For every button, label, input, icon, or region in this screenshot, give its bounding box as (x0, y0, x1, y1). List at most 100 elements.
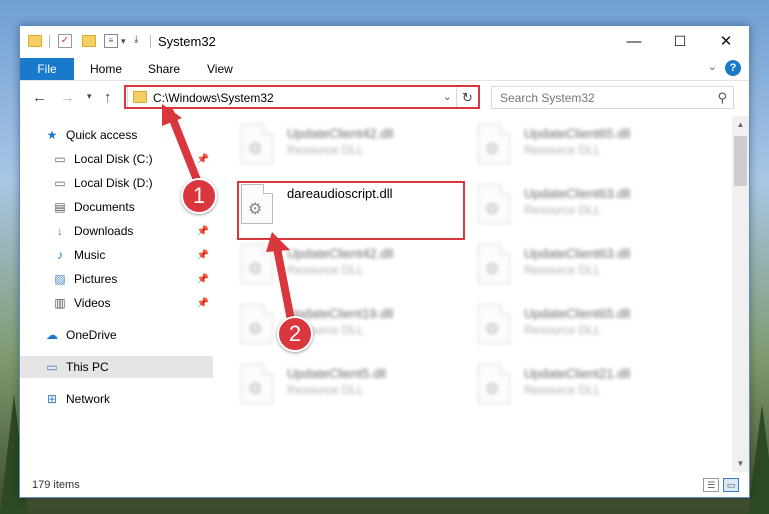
sidebar-item-downloads[interactable]: ↓ Downloads 📌 (20, 220, 213, 242)
cloud-icon: ☁ (46, 328, 58, 342)
computer-icon: ▭ (46, 360, 58, 374)
file-item[interactable]: ⚙ UpdateClient21.dll Resource DLL (478, 360, 703, 408)
recent-locations-icon[interactable]: ▾ (87, 91, 92, 102)
file-name: UpdateClient63.dll (524, 246, 631, 261)
pin-icon[interactable]: 📌 (197, 298, 209, 309)
file-item[interactable]: ⚙ UpdateClient5.dll Resource DLL (241, 360, 466, 408)
sidebar-item-onedrive[interactable]: ☁ OneDrive (20, 324, 213, 346)
large-icons-view-icon[interactable]: ▭ (723, 478, 739, 492)
tab-file[interactable]: File (20, 58, 74, 80)
dll-file-icon: ⚙ (478, 364, 510, 404)
file-type: Resource DLL (524, 263, 601, 277)
details-view-icon[interactable]: ☰ (703, 478, 719, 492)
new-folder-icon[interactable] (82, 35, 96, 47)
dll-file-icon: ⚙ (241, 244, 273, 284)
maximize-button[interactable]: ☐ (657, 26, 703, 56)
sidebar-item-label: Local Disk (D:) (74, 176, 153, 190)
search-input[interactable] (492, 87, 702, 108)
file-item[interactable]: ⚙ UpdateClient42.dll Resource DLL (241, 120, 466, 168)
sidebar-item-videos[interactable]: ▥ Videos 📌 (20, 292, 213, 314)
file-name: UpdateClient42.dll (287, 126, 394, 141)
sidebar-item-network[interactable]: ⊞ Network (20, 388, 213, 410)
documents-icon: ▤ (54, 200, 66, 214)
expand-ribbon-icon[interactable]: ⌄ (708, 60, 717, 73)
step-1-badge: 1 (181, 178, 217, 214)
file-type: Resource DLL (524, 203, 601, 217)
file-type: Resource DLL (287, 263, 364, 277)
tab-home[interactable]: Home (90, 62, 122, 76)
sidebar-item-quick-access[interactable]: ★ Quick access (20, 124, 213, 146)
pin-icon[interactable]: 📌 (197, 226, 209, 237)
file-item[interactable]: ⚙ UpdateClient63.dll Resource DLL (478, 240, 703, 288)
file-list: ⚙ UpdateClient42.dll Resource DLL ⚙ dare… (215, 116, 732, 472)
scroll-down-icon[interactable]: ▼ (732, 455, 749, 472)
quick-access-dropdown-icon[interactable]: ⤓ (134, 34, 148, 48)
separator (150, 35, 151, 48)
sidebar-item-pictures[interactable]: ▨ Pictures 📌 (20, 268, 213, 290)
file-type: Resource DLL (287, 143, 364, 157)
gear-icon: ⚙ (248, 141, 263, 158)
status-bar: 179 items ☰ ▭ (20, 474, 749, 497)
file-highlight-box (237, 181, 465, 240)
sidebar-item-label: Videos (74, 296, 111, 310)
window-title: System32 (158, 34, 216, 49)
file-name: UpdateClient21.dll (524, 366, 631, 381)
tab-view[interactable]: View (207, 62, 233, 76)
chevron-down-icon[interactable]: ▾ (121, 36, 135, 50)
file-item[interactable]: ⚙ UpdateClient42.dll Resource DLL (241, 240, 466, 288)
file-type: Resource DLL (524, 383, 601, 397)
file-name: UpdateClient42.dll (287, 246, 394, 261)
dll-file-icon: ⚙ (241, 124, 273, 164)
back-button[interactable]: ← (32, 89, 47, 106)
customize-icon[interactable]: ≡ (104, 34, 118, 48)
item-count: 179 items (32, 479, 80, 491)
sidebar-item-local-disk-c[interactable]: ▭ Local Disk (C:) 📌 (20, 148, 213, 170)
sidebar-item-label: OneDrive (66, 328, 117, 342)
file-item[interactable]: ⚙ UpdateClient65.dll Resource DLL (478, 300, 703, 348)
search-box[interactable]: ⚲ (491, 86, 734, 109)
pictures-icon: ▨ (54, 272, 66, 286)
scroll-up-icon[interactable]: ▲ (732, 116, 749, 133)
downloads-icon: ↓ (57, 224, 63, 238)
gear-icon: ⚙ (485, 261, 500, 278)
pin-icon[interactable]: 📌 (197, 274, 209, 285)
file-item[interactable]: ⚙ UpdateClient65.dll Resource DLL (478, 120, 703, 168)
pin-icon[interactable]: 📌 (197, 154, 209, 165)
drive-icon: ▭ (54, 176, 66, 190)
gear-icon: ⚙ (248, 261, 263, 278)
sidebar-item-label: Pictures (74, 272, 118, 286)
ribbon-tabs: File Home Share View ⌄ ? (20, 56, 749, 81)
address-highlight-box (124, 85, 480, 109)
sidebar-item-label: This PC (66, 360, 109, 374)
file-item[interactable]: ⚙ UpdateClient19.dll Resource DLL (241, 300, 466, 348)
gear-icon: ⚙ (485, 141, 500, 158)
help-button[interactable]: ? (725, 60, 741, 76)
dll-file-icon: ⚙ (478, 124, 510, 164)
sidebar-item-label: Music (74, 248, 106, 262)
pin-icon[interactable]: 📌 (197, 250, 209, 261)
file-type: Resource DLL (524, 143, 601, 157)
properties-icon[interactable]: ✓ (58, 34, 72, 48)
dll-file-icon: ⚙ (478, 304, 510, 344)
sidebar-item-label: Quick access (66, 128, 138, 142)
up-button[interactable]: ↑ (104, 89, 112, 106)
sidebar-item-this-pc[interactable]: ▭ This PC (20, 356, 213, 378)
network-icon: ⊞ (46, 392, 58, 406)
sidebar-item-label: Local Disk (C:) (74, 152, 153, 166)
search-icon[interactable]: ⚲ (717, 90, 727, 106)
file-name: UpdateClient5.dll (287, 366, 387, 381)
vertical-scrollbar[interactable]: ▲ ▼ (732, 116, 749, 472)
videos-icon: ▥ (54, 296, 66, 310)
star-icon: ★ (46, 128, 58, 142)
dll-file-icon: ⚙ (241, 304, 273, 344)
navigation-pane: ★ Quick access ▭ Local Disk (C:) 📌 ▭ Loc… (20, 116, 213, 472)
scroll-thumb[interactable] (734, 136, 747, 186)
sidebar-item-music[interactable]: ♪ Music 📌 (20, 244, 213, 266)
close-button[interactable]: ✕ (703, 26, 749, 56)
title-bar: ✓ ≡ ▾ ⤓ System32 — ☐ ✕ (20, 26, 749, 56)
file-item[interactable]: ⚙ UpdateClient63.dll Resource DLL (478, 180, 703, 228)
file-name: UpdateClient65.dll (524, 126, 631, 141)
forward-button[interactable]: → (60, 89, 75, 106)
tab-share[interactable]: Share (148, 62, 180, 76)
minimize-button[interactable]: — (611, 26, 657, 56)
